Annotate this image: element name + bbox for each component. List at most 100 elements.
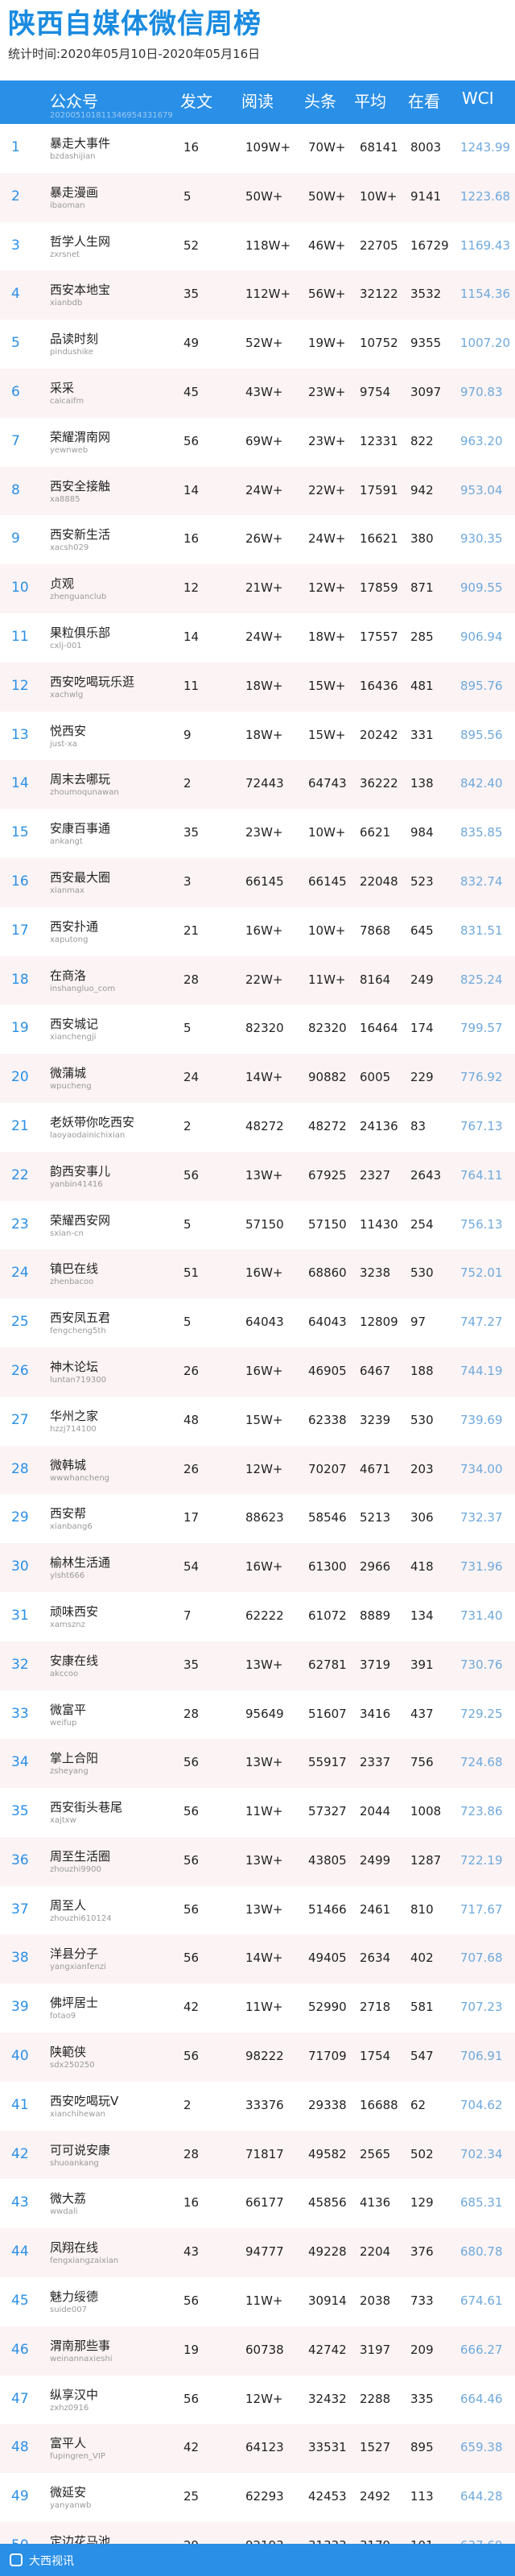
account-name: 安康在线 (50, 1653, 99, 1668)
account-id: fengxiangzaixian (50, 2256, 119, 2266)
average-reads: 6621 (360, 825, 391, 840)
headline-reads: 82320 (308, 1021, 347, 1036)
average-reads: 2288 (360, 2391, 391, 2406)
wci-score: 953.04 (460, 482, 503, 497)
rank-number: 30 (11, 1558, 29, 1575)
ranking-id: 20200510181134695433167​9 (50, 111, 173, 120)
read-count: 88623 (245, 1510, 284, 1525)
table-row: 3 哲学人生网 zxrsnet 52 118W+ 46W+ 22705 16729 1169.4… (0, 222, 515, 271)
headline-reads: 58546 (308, 1510, 347, 1525)
looking-count: 8003 (410, 140, 442, 155)
column-header-posts: 发文 (180, 92, 212, 111)
account-id: zhenbacoo (50, 1278, 94, 1287)
post-count: 14 (183, 629, 200, 644)
table-row: 42 可可说安康 shuoankang 28 71817 49582 2565 502 702.… (0, 2130, 515, 2180)
column-header-headline: 头条 (304, 92, 336, 111)
account-id: wwdali (50, 2207, 78, 2217)
account-name: 贞观 (50, 576, 75, 592)
read-count: 72443 (245, 776, 284, 791)
post-count: 48 (183, 1412, 200, 1427)
table-row: 22 韵西安事儿 yanbin41416 56 13W+ 67925 2327 2643 764… (0, 1151, 515, 1201)
table-row: 18 在商洛 inshangluo_com 28 22W+ 11W+ 8164 249 825.… (0, 956, 515, 1005)
account-name: 周至人 (50, 1897, 87, 1913)
table-row: 14 周末去哪玩 zhoumoqunawan 2 72443 64743 36222 138 8… (0, 760, 515, 810)
table-row: 24 镇巴在线 zhenbacoo 51 16W+ 68860 3238 530 752.01 (0, 1249, 515, 1299)
read-count: 12W+ (245, 1461, 283, 1476)
account-name: 西安最大圈 (50, 869, 111, 885)
read-count: 64123 (245, 2440, 284, 2455)
post-count: 5 (183, 1021, 192, 1036)
looking-count: 402 (410, 1951, 434, 1966)
account-name: 佛坪居士 (50, 1996, 99, 2011)
account-name: 西安吃喝玩乐逛 (50, 674, 135, 689)
average-reads: 11430 (360, 1216, 398, 1232)
post-count: 45 (183, 384, 200, 399)
account-id: zsheyang (50, 1767, 89, 1777)
rank-number: 26 (11, 1362, 29, 1379)
post-count: 56 (183, 1901, 200, 1917)
account-name: 镇巴在线 (50, 1261, 99, 1277)
read-count: 43W+ (245, 384, 283, 399)
headline-reads: 12W+ (308, 580, 346, 596)
column-header-reads: 阅读 (241, 92, 274, 111)
rank-number: 16 (11, 873, 29, 890)
looking-count: 2643 (410, 1167, 442, 1183)
looking-count: 547 (410, 2049, 434, 2064)
wci-score: 831.51 (460, 923, 503, 938)
headline-reads: 48272 (308, 1118, 347, 1133)
headline-reads: 43805 (308, 1852, 347, 1868)
read-count: 71817 (245, 2146, 284, 2161)
read-count: 118W+ (245, 237, 291, 253)
account-id: inshangluo_com (50, 984, 116, 993)
account-id: fupingren_VIP (50, 2452, 105, 2462)
read-count: 24W+ (245, 629, 283, 644)
post-count: 14 (183, 482, 200, 497)
table-row: 25 西安凤五君 fengcheng5th 5 64043 64043 12809 97 747… (0, 1298, 515, 1348)
average-reads: 10W+ (360, 188, 398, 204)
post-count: 3 (183, 873, 192, 889)
account-id: xianchengji (50, 1033, 97, 1042)
post-count: 28 (183, 972, 200, 987)
read-count: 60738 (245, 2342, 284, 2357)
read-count: 11W+ (245, 2000, 283, 2015)
looking-count: 203 (410, 1461, 434, 1476)
account-name: 果粒俱乐部 (50, 625, 111, 640)
table-row: 21 老妖带你吃西安 laoyaodainichixian 2 48272 48272 24… (0, 1103, 515, 1152)
post-count: 35 (183, 287, 200, 302)
post-count: 26 (183, 1461, 200, 1476)
looking-count: 984 (410, 825, 434, 840)
wci-score: 895.56 (460, 727, 503, 742)
account-id: pindushike (50, 348, 94, 357)
account-id: zhenguanclub (50, 592, 107, 602)
headline-reads: 62781 (308, 1657, 347, 1672)
read-count: 94777 (245, 2244, 284, 2260)
account-name: 洋县分子 (50, 1946, 99, 1962)
average-reads: 2966 (360, 1559, 391, 1575)
looking-count: 1008 (410, 1804, 442, 1819)
looking-count: 380 (410, 531, 434, 547)
account-name: 周末去哪玩 (50, 772, 111, 787)
account-name: 韵西安事儿 (50, 1163, 111, 1179)
read-count: 16W+ (245, 1363, 283, 1378)
rank-number: 32 (11, 1656, 29, 1673)
post-count: 16 (183, 531, 200, 547)
wci-score: 666.27 (460, 2342, 503, 2357)
headline-reads: 90882 (308, 1070, 347, 1085)
account-id: xianchihewan (50, 2109, 105, 2119)
read-count: 62222 (245, 1608, 284, 1623)
average-reads: 3719 (360, 1657, 391, 1672)
looking-count: 418 (410, 1559, 434, 1575)
column-header-looking: 在看 (408, 92, 440, 111)
table-row: 28 微韩城 wwwhancheng 26 12W+ 70207 4671 203 734.00 (0, 1445, 515, 1495)
looking-count: 209 (410, 2342, 434, 2357)
account-id: yewnweb (50, 445, 89, 455)
post-count: 52 (183, 237, 200, 253)
column-header-avg: 平均 (354, 92, 386, 111)
account-name: 神木论坛 (50, 1359, 99, 1374)
read-count: 62293 (245, 2489, 284, 2504)
wci-score: 706.91 (460, 2049, 503, 2064)
account-id: weinannaxieshi (50, 2354, 113, 2363)
wci-score: 674.61 (460, 2293, 503, 2309)
account-name: 西安街头巷尾 (50, 1800, 123, 1815)
post-count: 56 (183, 1804, 200, 1819)
